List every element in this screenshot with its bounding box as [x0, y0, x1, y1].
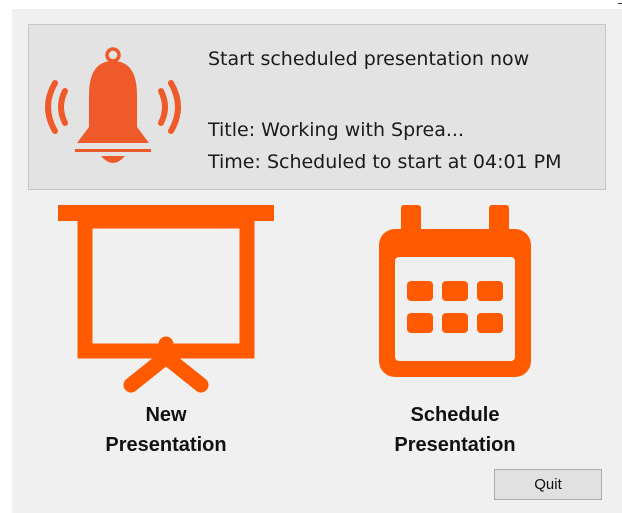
calendar-icon [379, 205, 531, 377]
new-presentation-label-line1: New [145, 404, 187, 426]
notification-time: Time: Scheduled to start at 04:01 PM [208, 151, 562, 173]
schedule-presentation-label-line1: Schedule [410, 404, 500, 426]
schedule-presentation-button[interactable]: Schedule Presentation [335, 199, 575, 461]
scheduled-notification-banner: Start scheduled presentation now Title: … [28, 24, 606, 190]
projector-screen-icon [58, 205, 274, 393]
bell-ringing-icon [45, 47, 181, 163]
new-presentation-label-line2: Presentation [105, 434, 227, 456]
notification-heading: Start scheduled presentation now [208, 48, 530, 70]
schedule-presentation-label-line2: Presentation [394, 434, 516, 456]
quit-button[interactable]: Quit [494, 469, 602, 500]
new-presentation-button[interactable]: New Presentation [46, 199, 286, 461]
window-corner-mark [618, 3, 622, 4]
dialog-window: Start scheduled presentation now Title: … [12, 9, 622, 513]
notification-title: Title: Working with Sprea... [208, 119, 465, 141]
